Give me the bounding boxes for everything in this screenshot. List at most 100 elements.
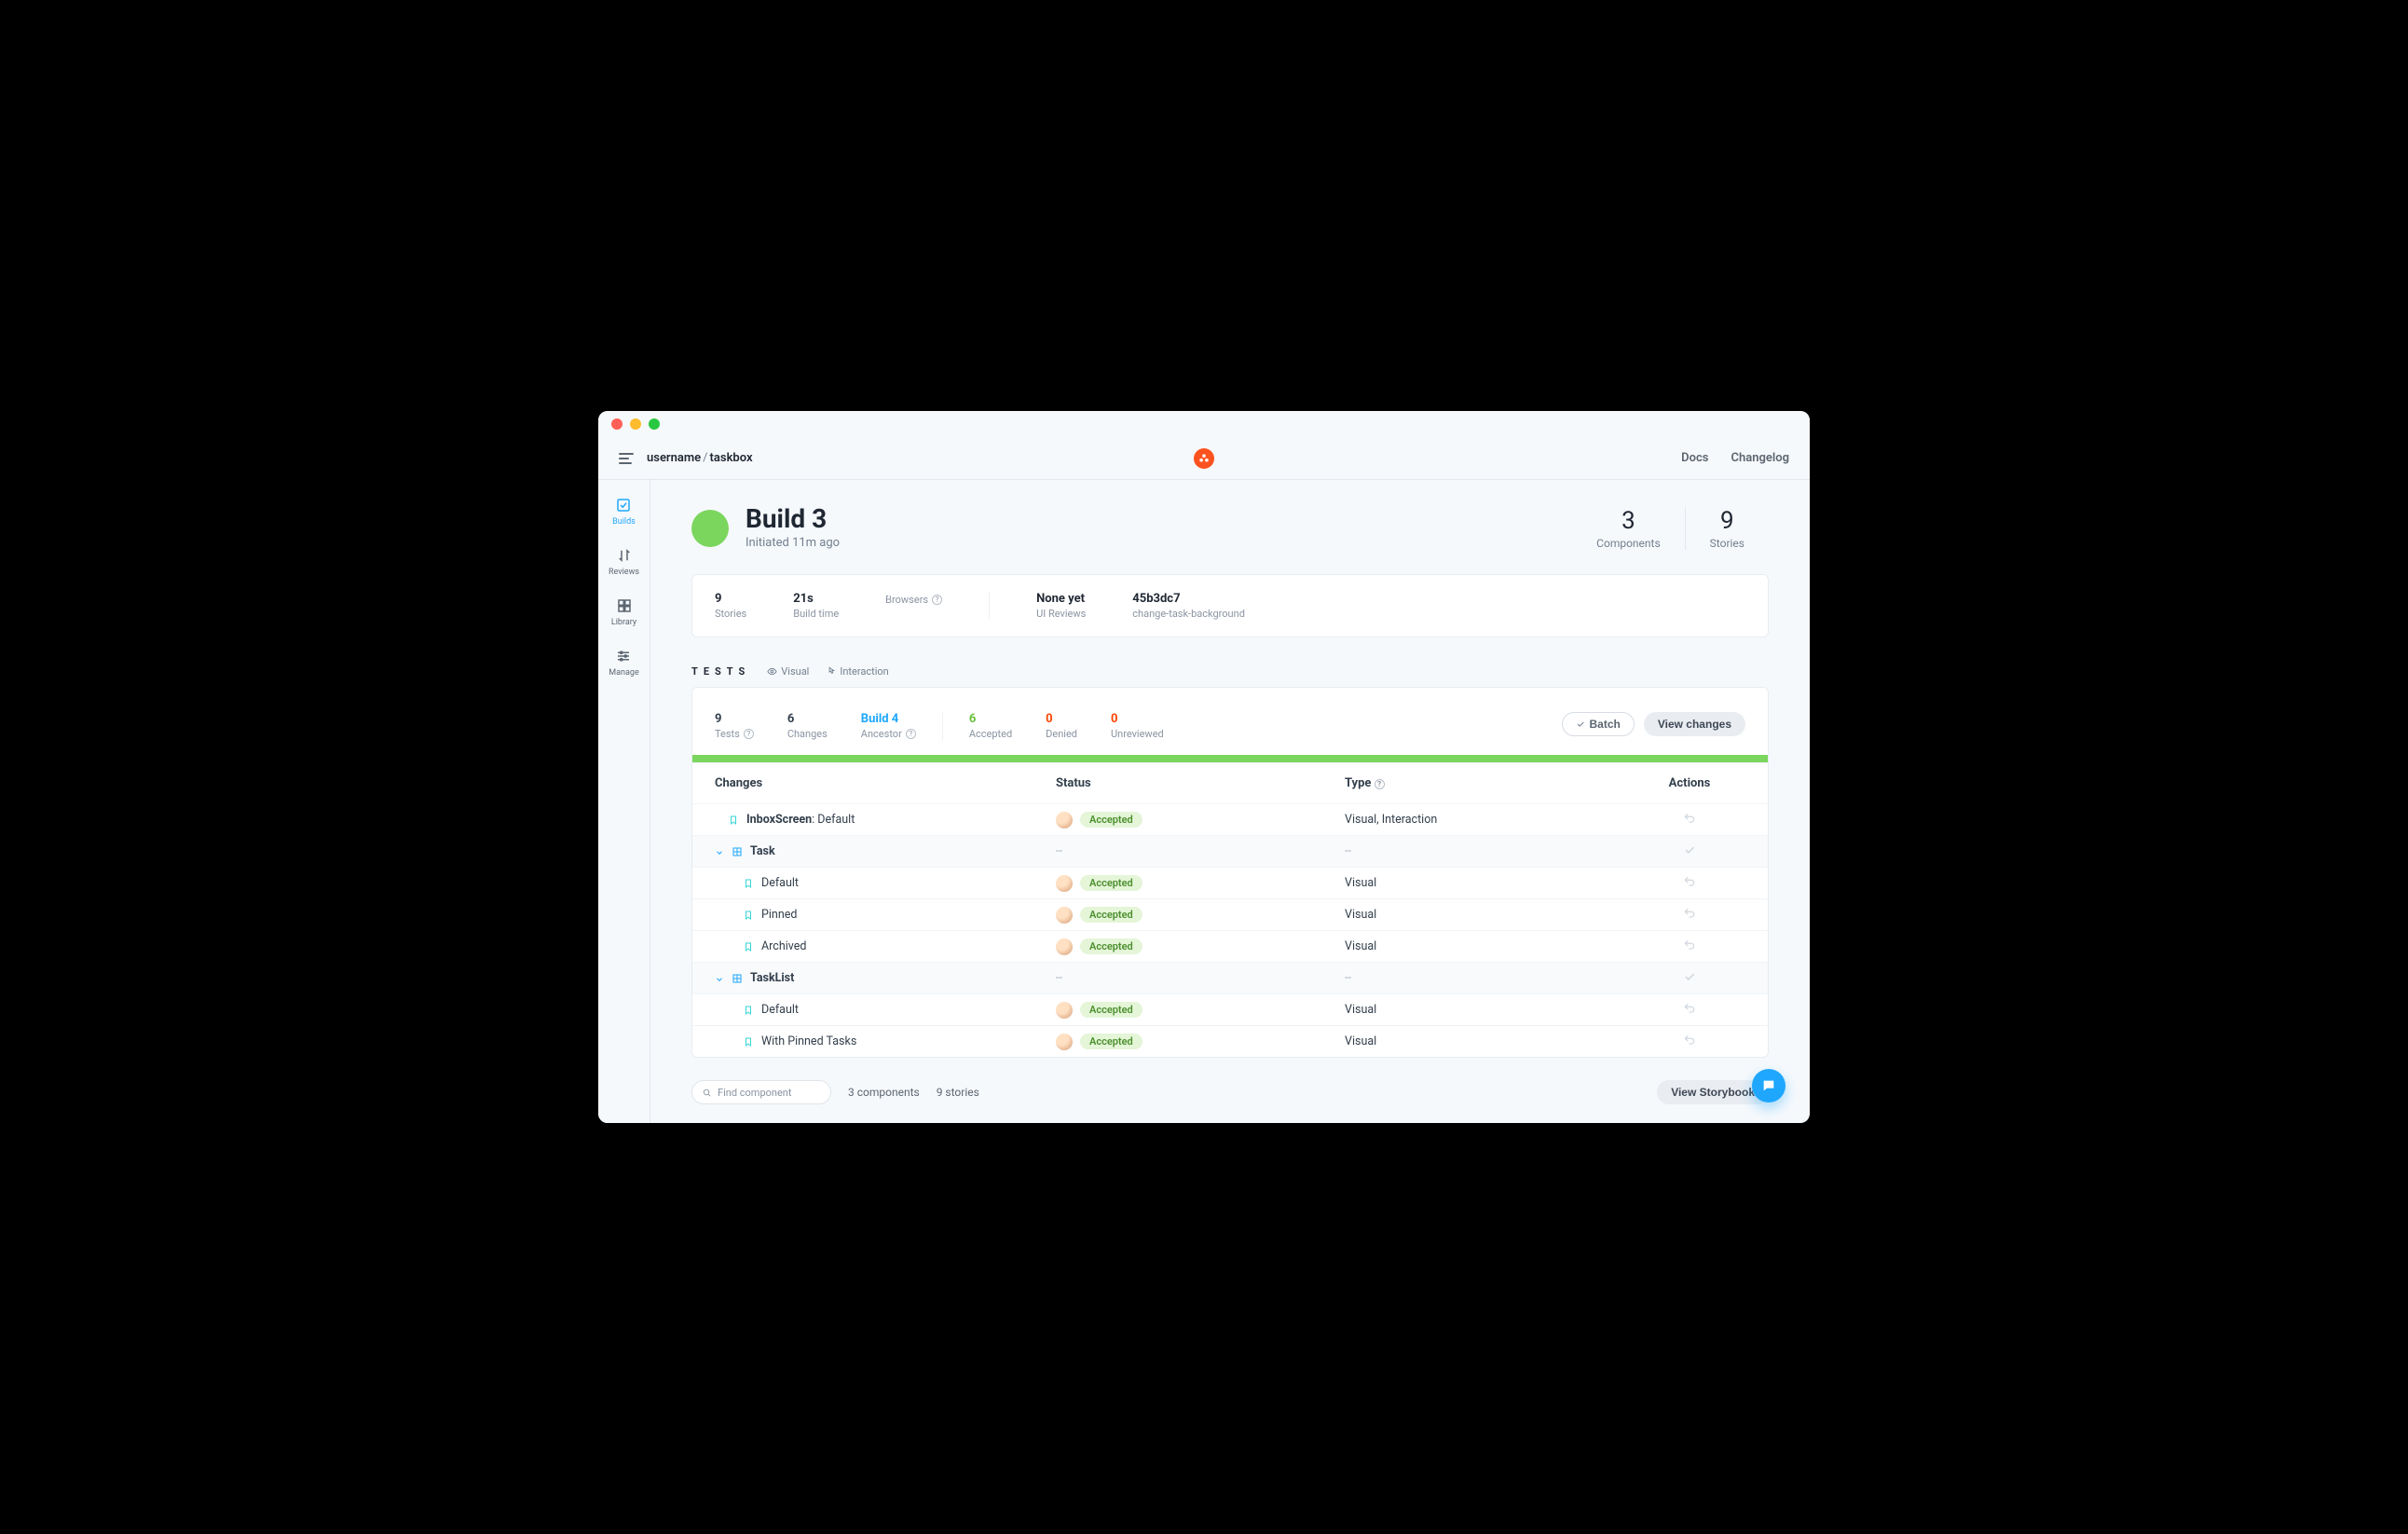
- batch-button[interactable]: Batch: [1562, 712, 1635, 736]
- build-header: Build 3 Initiated 11m ago 3 Components 9…: [691, 506, 1769, 550]
- sidebar-item-manage[interactable]: Manage: [609, 648, 638, 678]
- build-status-dot-icon: [691, 510, 729, 547]
- tests-kind-interaction: Interaction: [826, 665, 888, 678]
- progress-bar: [692, 755, 1768, 762]
- tests-card: 9 Tests ? 6 Changes Build 4 Ancestor ?: [691, 687, 1769, 1058]
- view-changes-button[interactable]: View changes: [1644, 712, 1745, 736]
- main-content: Build 3 Initiated 11m ago 3 Components 9…: [650, 480, 1810, 1123]
- table-row-group[interactable]: Task -- --: [692, 835, 1768, 867]
- info-build-time: 21s Build time: [793, 592, 839, 620]
- sidebar-item-library[interactable]: Library: [611, 597, 636, 627]
- info-ui-reviews: None yet UI Reviews: [1036, 592, 1086, 620]
- bookmark-icon: [728, 815, 739, 826]
- tests-kind-visual: Visual: [767, 665, 809, 678]
- avatar: [1056, 938, 1073, 955]
- builds-icon: [615, 497, 632, 514]
- bookmark-icon: [743, 941, 754, 952]
- chat-button[interactable]: [1752, 1069, 1785, 1103]
- bookmark-icon: [743, 1036, 754, 1048]
- traffic-light-close[interactable]: [611, 418, 623, 430]
- undo-icon[interactable]: [1683, 1034, 1696, 1050]
- footer-stories: 9 stories: [937, 1086, 979, 1099]
- footer-components: 3 components: [848, 1086, 920, 1099]
- table-row[interactable]: InboxScreen: Default Accepted Visual, In…: [692, 803, 1768, 835]
- chromatic-logo-icon[interactable]: [1194, 448, 1214, 469]
- search-icon: [702, 1088, 712, 1098]
- col-changes: Changes: [715, 776, 1056, 790]
- summary-changes: 6 Changes: [787, 712, 828, 740]
- table-row[interactable]: Default Accepted Visual: [692, 867, 1768, 898]
- library-icon: [616, 597, 633, 614]
- check-icon[interactable]: [1683, 970, 1696, 987]
- status-badge: Accepted: [1080, 907, 1142, 923]
- undo-icon[interactable]: [1683, 875, 1696, 892]
- table-row[interactable]: Pinned Accepted Visual: [692, 898, 1768, 930]
- breadcrumb-separator: /: [703, 451, 707, 465]
- avatar: [1056, 1002, 1073, 1019]
- traffic-light-minimize[interactable]: [630, 418, 641, 430]
- table-row[interactable]: Archived Accepted Visual: [692, 930, 1768, 962]
- avatar: [1056, 875, 1073, 892]
- sidebar-item-builds[interactable]: Builds: [612, 497, 636, 527]
- undo-icon[interactable]: [1683, 1002, 1696, 1019]
- summary-tests: 9 Tests ?: [715, 712, 754, 740]
- component-icon: [732, 846, 743, 857]
- breadcrumb[interactable]: username/taskbox: [647, 451, 753, 465]
- summary-ancestor: Build 4 Ancestor ?: [861, 712, 916, 740]
- status-badge: Accepted: [1080, 1002, 1142, 1018]
- chevron-down-icon[interactable]: [715, 847, 724, 856]
- help-icon[interactable]: ?: [1375, 779, 1385, 789]
- build-title: Build 3: [746, 506, 840, 532]
- top-bar: username/taskbox Docs Changelog: [598, 437, 1810, 480]
- help-icon[interactable]: ?: [744, 729, 754, 739]
- status-badge: Accepted: [1080, 875, 1142, 891]
- avatar: [1056, 812, 1073, 829]
- tests-heading: TESTS Visual Interaction: [691, 665, 1769, 678]
- sidebar-item-label: Manage: [609, 668, 638, 678]
- undo-icon[interactable]: [1683, 812, 1696, 829]
- nav-changelog[interactable]: Changelog: [1731, 451, 1789, 465]
- component-icon: [732, 973, 743, 984]
- avatar: [1056, 907, 1073, 924]
- table-row[interactable]: Default Accepted Visual: [692, 993, 1768, 1025]
- tests-summary: 9 Tests ? 6 Changes Build 4 Ancestor ?: [692, 697, 1768, 755]
- sidebar-item-label: Reviews: [609, 568, 639, 577]
- table-header: Changes Status Type ? Actions: [692, 762, 1768, 803]
- divider: [942, 712, 943, 740]
- menu-icon[interactable]: [619, 453, 634, 464]
- sidebar-item-reviews[interactable]: Reviews: [609, 547, 639, 577]
- chevron-down-icon[interactable]: [715, 974, 724, 983]
- summary-denied: 0 Denied: [1046, 712, 1077, 740]
- stat-components: 3 Components: [1572, 507, 1685, 550]
- info-commit: 45b3dc7 change-task-background: [1132, 592, 1245, 620]
- bookmark-icon: [743, 878, 754, 889]
- ancestor-link[interactable]: Build 4: [861, 712, 916, 726]
- breadcrumb-owner: username: [647, 451, 701, 465]
- summary-accepted: 6 Accepted: [969, 712, 1012, 740]
- info-stories: 9 Stories: [715, 592, 746, 620]
- undo-icon[interactable]: [1683, 907, 1696, 924]
- search-placeholder: Find component: [718, 1087, 791, 1099]
- table-row-group[interactable]: TaskList -- --: [692, 962, 1768, 993]
- eye-icon: [767, 666, 777, 677]
- check-icon: [1576, 719, 1585, 729]
- sidebar: Builds Reviews Library Manage: [598, 480, 650, 1123]
- table-row[interactable]: With Pinned Tasks Accepted Visual: [692, 1025, 1768, 1057]
- reviews-icon: [616, 547, 633, 564]
- check-icon[interactable]: [1683, 843, 1696, 860]
- app-window: username/taskbox Docs Changelog Builds R…: [598, 411, 1810, 1123]
- info-browsers: Browsers ?: [885, 592, 942, 606]
- build-info-card: 9 Stories 21s Build time Browsers ? None…: [691, 574, 1769, 637]
- undo-icon[interactable]: [1683, 938, 1696, 955]
- traffic-light-zoom[interactable]: [649, 418, 660, 430]
- help-icon[interactable]: ?: [932, 595, 942, 605]
- avatar: [1056, 1034, 1073, 1050]
- search-input[interactable]: Find component: [691, 1080, 831, 1104]
- sidebar-item-label: Library: [611, 618, 636, 627]
- build-subtitle: Initiated 11m ago: [746, 536, 840, 550]
- nav-docs[interactable]: Docs: [1681, 451, 1708, 465]
- help-icon[interactable]: ?: [906, 729, 916, 739]
- commit-link[interactable]: 45b3dc7: [1132, 592, 1245, 606]
- sidebar-item-label: Builds: [612, 517, 636, 527]
- manage-icon: [615, 648, 632, 664]
